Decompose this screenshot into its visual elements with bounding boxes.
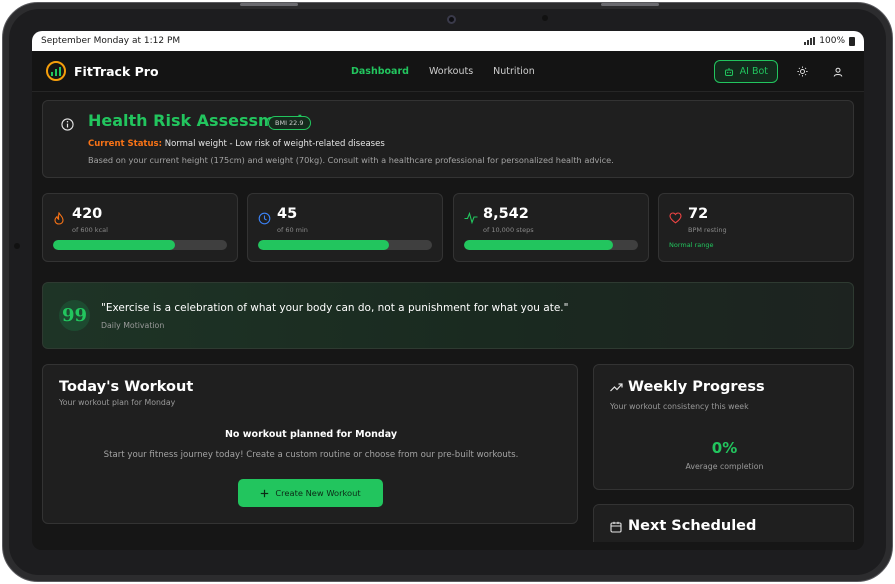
- nav-link-workouts[interactable]: Workouts: [429, 66, 473, 77]
- status-indicators: 100%: [804, 36, 855, 46]
- heart-rate-range: Normal range: [669, 241, 714, 249]
- weekly-progress-card: Weekly Progress Your workout consistency…: [593, 364, 854, 490]
- progress-bar: [258, 240, 432, 250]
- progress-bar: [53, 240, 227, 250]
- battery-icon: [849, 36, 855, 46]
- signal-icon: [804, 37, 816, 45]
- theme-toggle-button[interactable]: [790, 60, 814, 84]
- next-scheduled-title: Next Scheduled: [628, 518, 757, 534]
- progress-fill: [464, 240, 613, 250]
- progress-fill: [53, 240, 175, 250]
- health-description: Based on your current height (175cm) and…: [88, 155, 614, 165]
- workout-title: Today's Workout: [59, 379, 194, 395]
- progress-bar: [464, 240, 638, 250]
- ai-bot-button[interactable]: AI Bot: [713, 60, 778, 83]
- empty-state-title: No workout planned for Monday: [224, 429, 398, 440]
- health-risk-card: Health Risk Assessment BMI 22.9 Current …: [42, 100, 854, 178]
- calendar-icon: [610, 521, 622, 533]
- create-workout-label: Create New Workout: [275, 488, 361, 498]
- stat-card-steps[interactable]: 8,542 of 10,000 steps: [453, 193, 649, 262]
- battery-percent: 100%: [819, 36, 845, 46]
- volume-button: [601, 3, 659, 6]
- stat-value: 8,542: [483, 206, 529, 222]
- plus-icon: [261, 489, 269, 497]
- nav-actions: AI Bot: [713, 51, 850, 92]
- quote-subtitle: Daily Motivation: [101, 321, 165, 330]
- screen-bottom-edge: [32, 542, 864, 550]
- status-bar: September Monday at 1:12 PM 100%: [32, 31, 864, 51]
- trending-up-icon: [610, 383, 623, 392]
- workout-subtitle: Your workout plan for Monday: [59, 398, 176, 407]
- side-sensor: [14, 243, 20, 249]
- todays-workout-card: Today's Workout Your workout plan for Mo…: [42, 364, 578, 524]
- bmi-badge: BMI 22.9: [268, 116, 311, 130]
- ai-bot-label: AI Bot: [739, 66, 768, 77]
- sun-icon: [796, 66, 808, 77]
- nav-link-nutrition[interactable]: Nutrition: [493, 66, 535, 77]
- stat-card-calories[interactable]: 420 of 600 kcal: [42, 193, 238, 262]
- app-brand[interactable]: FitTrack Pro: [74, 64, 159, 79]
- top-navbar: FitTrack Pro Dashboard Workouts Nutritio…: [32, 51, 864, 92]
- health-status-label: Current Status:: [88, 139, 163, 149]
- weekly-progress-subtitle: Your workout consistency this week: [610, 402, 749, 411]
- quote-text: "Exercise is a celebration of what your …: [101, 302, 569, 314]
- logo-icon[interactable]: [46, 61, 66, 81]
- health-status: Current Status: Normal weight - Low risk…: [88, 139, 385, 149]
- nav-link-dashboard[interactable]: Dashboard: [351, 66, 409, 77]
- user-icon: [833, 67, 843, 77]
- completion-label: Average completion: [685, 462, 764, 471]
- flame-icon: [54, 212, 64, 225]
- stat-value: 420: [72, 206, 103, 222]
- stat-card-duration[interactable]: 45 of 60 min: [247, 193, 443, 262]
- power-button: [240, 3, 298, 6]
- stat-subtitle: of 60 min: [277, 226, 308, 234]
- status-datetime: September Monday at 1:12 PM: [41, 36, 181, 46]
- profile-button[interactable]: [826, 60, 850, 84]
- app-screen: September Monday at 1:12 PM 100% FitTrac…: [32, 31, 864, 550]
- stat-subtitle: of 10,000 steps: [483, 226, 534, 234]
- progress-fill: [258, 240, 389, 250]
- clock-icon: [258, 212, 271, 225]
- stat-subtitle: BPM resting: [688, 226, 727, 234]
- weekly-progress-title: Weekly Progress: [628, 379, 765, 395]
- motivation-card: 99 "Exercise is a celebration of what yo…: [42, 282, 854, 349]
- empty-state-description: Start your fitness journey today! Create…: [103, 450, 519, 460]
- light-sensor: [542, 15, 548, 21]
- stat-value: 72: [688, 206, 709, 222]
- stat-subtitle: of 600 kcal: [72, 226, 108, 234]
- front-camera: [447, 15, 456, 24]
- stat-value: 45: [277, 206, 298, 222]
- create-workout-button[interactable]: Create New Workout: [238, 479, 383, 507]
- heart-icon: [669, 212, 682, 224]
- completion-percent: 0%: [711, 439, 738, 457]
- info-icon: [61, 118, 74, 131]
- activity-icon: [464, 212, 478, 224]
- quote-icon: 99: [59, 300, 90, 331]
- nav-links: Dashboard Workouts Nutrition: [351, 51, 535, 92]
- bot-icon: [724, 67, 733, 76]
- health-status-value: Normal weight - Low risk of weight-relat…: [164, 139, 385, 149]
- stat-card-heart-rate[interactable]: 72 BPM resting Normal range: [658, 193, 854, 262]
